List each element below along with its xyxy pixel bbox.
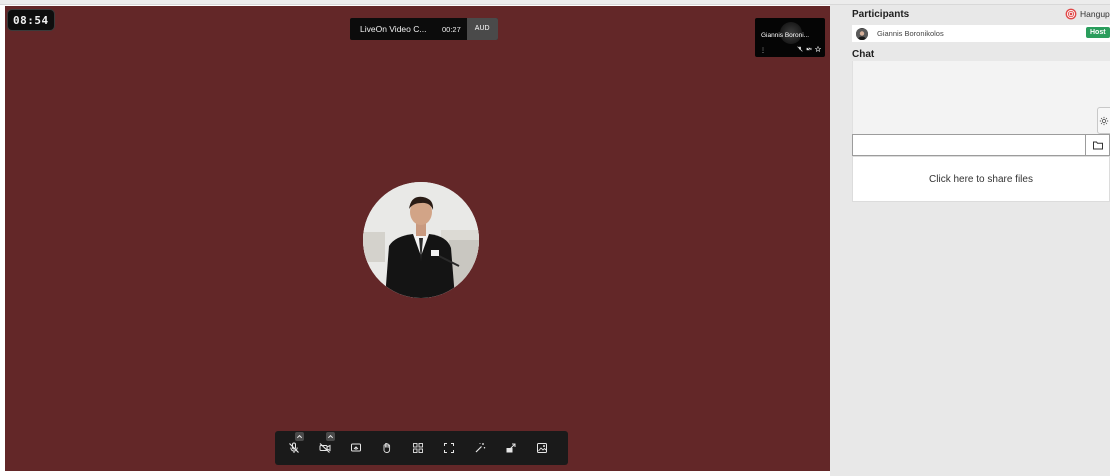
self-video-tile[interactable]: Giannis Boroni... ⋮ <box>755 18 825 57</box>
participant-avatar <box>363 182 479 298</box>
camera-options-caret[interactable] <box>326 432 335 441</box>
gear-icon <box>1099 116 1109 125</box>
meeting-title-bar: LiveOn Video C... 00:27 AUD <box>350 18 498 40</box>
attach-file-button[interactable] <box>1086 134 1110 156</box>
mic-muted-icon <box>797 46 803 52</box>
pip-icon <box>506 443 515 453</box>
raise-hand-icon <box>383 443 390 453</box>
star-icon[interactable] <box>815 46 821 52</box>
camera-off-icon <box>806 46 812 52</box>
participants-header: Participants Hangup <box>830 5 1110 22</box>
background-button[interactable] <box>526 431 557 465</box>
hangup-button[interactable]: Hangup <box>1065 8 1110 20</box>
person-icon <box>856 28 868 40</box>
share-files-dropzone[interactable]: Click here to share files <box>852 156 1110 202</box>
tile-status-icons <box>797 46 821 52</box>
participant-name: Giannis Boronikolos <box>877 29 944 38</box>
chevron-up-icon <box>296 434 303 439</box>
mic-toggle-button[interactable] <box>278 431 309 465</box>
raise-hand-button[interactable] <box>371 431 402 465</box>
app-root: 08:54 LiveOn Video C... 00:27 AUD Gianni… <box>0 0 1110 476</box>
hangup-icon <box>1065 8 1077 20</box>
participant-row[interactable]: Giannis Boronikolos Host <box>852 25 1110 42</box>
sidebar: Participants Hangup Giannis Boronikolos … <box>830 5 1110 476</box>
host-badge: Host <box>1086 27 1110 38</box>
settings-tab[interactable] <box>1097 107 1110 134</box>
call-toolbar <box>275 431 568 465</box>
tile-view-button[interactable] <box>402 431 433 465</box>
chat-messages[interactable] <box>852 61 1110 134</box>
folder-icon <box>1092 141 1103 150</box>
elapsed-time: 00:27 <box>442 24 461 34</box>
mic-muted-icon <box>288 442 299 453</box>
effects-button[interactable] <box>464 431 495 465</box>
picture-in-picture-button[interactable] <box>495 431 526 465</box>
quality-badge[interactable]: AUD <box>466 18 498 40</box>
chevron-up-icon <box>327 434 334 439</box>
camera-toggle-button[interactable] <box>309 431 340 465</box>
self-tile-name: Giannis Boroni... <box>761 32 810 39</box>
screen-share-icon <box>350 443 361 452</box>
share-files-label: Click here to share files <box>929 173 1033 185</box>
hangup-label: Hangup <box>1080 9 1110 19</box>
fullscreen-icon <box>443 443 454 453</box>
tile-menu-icon[interactable]: ⋮ <box>760 47 766 54</box>
fullscreen-button[interactable] <box>433 431 464 465</box>
participant-avatar-small <box>856 27 868 40</box>
grid-icon <box>412 443 423 453</box>
camera-off-icon <box>319 443 330 453</box>
magic-wand-icon <box>475 443 485 453</box>
meeting-timer: 08:54 <box>7 9 55 31</box>
chat-input[interactable] <box>852 134 1086 156</box>
meeting-title: LiveOn Video C... <box>360 24 427 34</box>
mic-options-caret[interactable] <box>295 432 304 441</box>
screen-share-button[interactable] <box>340 431 371 465</box>
chat-title: Chat <box>852 49 875 60</box>
image-icon <box>536 443 547 453</box>
participants-title: Participants <box>852 9 910 20</box>
speaker-photo <box>363 182 479 298</box>
video-stage: 08:54 LiveOn Video C... 00:27 AUD Gianni… <box>5 6 830 471</box>
